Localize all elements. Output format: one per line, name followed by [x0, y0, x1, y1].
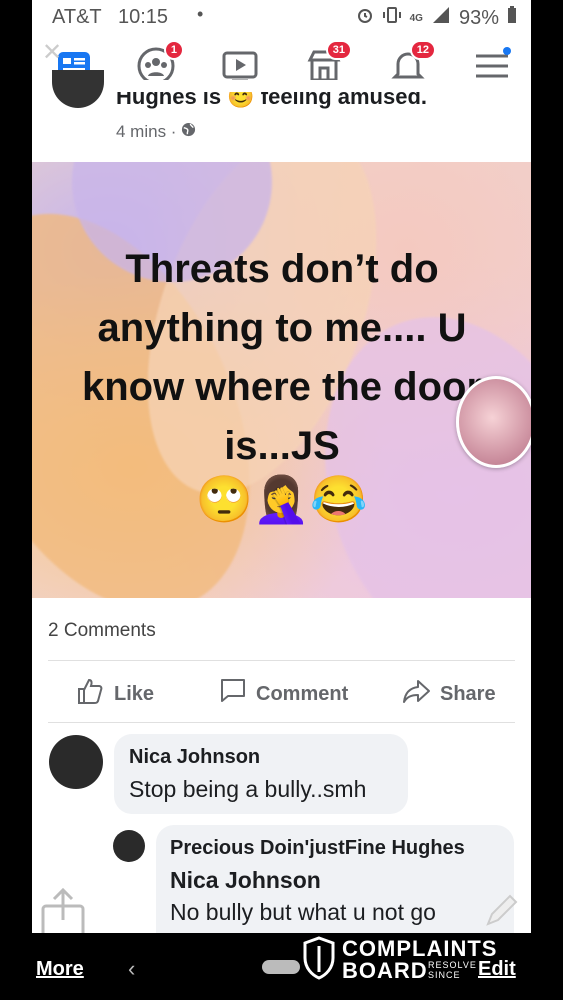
clock: 10:15 — [118, 6, 169, 28]
comment-icon — [218, 676, 248, 712]
signal-icon — [431, 6, 451, 30]
share-icon — [402, 676, 432, 712]
like-label: Like — [114, 682, 155, 705]
like-button[interactable]: Like — [76, 676, 154, 712]
post-header: Hughes is 😊 feeling amused. 4 mins · — [32, 70, 531, 160]
comment-label: Comment — [256, 682, 349, 705]
chevron-left-icon[interactable]: ‹ — [128, 956, 135, 982]
marketplace-badge: 31 — [325, 40, 352, 60]
comment-author[interactable]: Nica Johnson — [129, 746, 260, 769]
watermark-line2: BOARD — [342, 958, 428, 983]
vibrate-icon — [382, 6, 402, 30]
reply-avatar[interactable] — [113, 830, 145, 862]
alarm-icon — [356, 6, 374, 30]
carrier: AT&T — [52, 6, 102, 28]
comments-count[interactable]: 2 Comments — [48, 620, 156, 642]
post-image-emoji: 🙄🤦‍♀️😂 — [195, 473, 368, 525]
notifications-badge: 12 — [409, 40, 436, 60]
chat-head-avatar[interactable] — [456, 376, 531, 468]
comment-button[interactable]: Comment — [218, 676, 348, 712]
more-link[interactable]: More — [36, 958, 84, 981]
close-overlay-icon: ✕ — [42, 39, 63, 66]
reply-author[interactable]: Precious Doin'justFine Hughes — [170, 837, 465, 860]
groups-badge: 1 — [163, 40, 184, 60]
divider — [48, 660, 515, 661]
home-pill[interactable] — [262, 960, 300, 974]
shield-icon — [302, 936, 336, 985]
thumbs-up-icon — [76, 676, 106, 712]
notification-dot: • — [197, 4, 204, 24]
post-meta: 4 mins · — [116, 122, 196, 142]
divider — [48, 722, 515, 723]
battery-icon — [507, 6, 517, 30]
share-overlay-icon[interactable] — [40, 887, 86, 933]
post-time[interactable]: 4 mins · — [116, 122, 181, 141]
phone-screen: AT&T 10:15 • 4G 93% ✕ 1 31 12 Hughes is … — [32, 0, 531, 933]
post-author-line[interactable]: Hughes is 😊 feeling amused. — [116, 92, 427, 110]
globe-icon — [181, 122, 196, 141]
post-image[interactable]: Threats don’t do anything to me.... U kn… — [32, 162, 531, 598]
comment-avatar[interactable] — [49, 735, 103, 789]
share-label: Share — [440, 682, 496, 705]
network-type: 4G — [409, 12, 423, 24]
reply-text: No bully but what u not go — [170, 899, 436, 925]
battery-percent: 93% — [458, 6, 499, 29]
post-image-text: Threats don’t do anything to me.... U kn… — [81, 247, 483, 468]
edit-link[interactable]: Edit — [478, 958, 516, 981]
edit-pencil-icon[interactable] — [482, 892, 520, 933]
reply-mention[interactable]: Nica Johnson — [170, 867, 321, 894]
author-avatar[interactable] — [52, 70, 104, 108]
share-button[interactable]: Share — [402, 676, 496, 712]
status-icons: 4G 93% — [356, 6, 517, 30]
comment-bubble: Nica Johnson Stop being a bully..smh — [114, 734, 408, 814]
status-bar: AT&T 10:15 • 4G 93% — [32, 0, 531, 34]
reply-bubble: Precious Doin'justFine Hughes Nica Johns… — [156, 825, 514, 933]
comment-text: Stop being a bully..smh — [129, 776, 367, 802]
